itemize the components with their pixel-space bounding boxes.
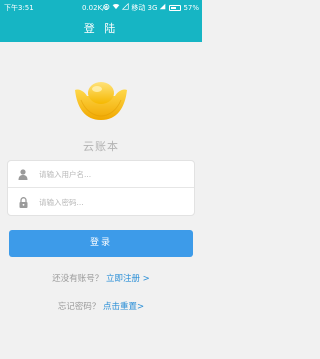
- page-title: 登 陆: [0, 16, 202, 42]
- username-input[interactable]: [39, 169, 179, 179]
- status-right-group: 移动 3G 57%: [103, 0, 199, 16]
- reset-row: 忘记密码？ 点击重置>: [0, 300, 202, 312]
- battery-icon: [169, 5, 182, 11]
- register-prompt: 还没有账号？: [52, 274, 104, 284]
- signal-off-icon: [122, 0, 129, 16]
- gold-ingot-logo-icon: [73, 78, 129, 122]
- status-time: 下午3:51: [4, 4, 34, 12]
- user-icon: [17, 168, 29, 180]
- password-input[interactable]: [39, 198, 179, 207]
- register-link[interactable]: 立即注册 >: [106, 274, 150, 284]
- login-form: [7, 160, 195, 216]
- register-row: 还没有账号？ 立即注册 >: [0, 272, 202, 284]
- username-row: [8, 161, 194, 188]
- reset-link[interactable]: 点击重置>: [103, 302, 144, 312]
- status-carrier: 移动 3G: [131, 4, 158, 12]
- app-name: 云账本: [83, 140, 119, 153]
- status-battery: 57%: [183, 4, 199, 12]
- wifi-icon: [112, 0, 120, 16]
- lock-icon: [17, 197, 29, 209]
- cell-signal-icon: [159, 0, 166, 16]
- alarm-icon: [103, 0, 110, 16]
- reset-prompt: 忘记密码？: [57, 302, 101, 312]
- login-button[interactable]: 登录: [9, 230, 193, 257]
- password-row: [8, 189, 194, 216]
- status-bar: 下午3:51 0.02K/s 移动 3G 57%: [0, 0, 202, 16]
